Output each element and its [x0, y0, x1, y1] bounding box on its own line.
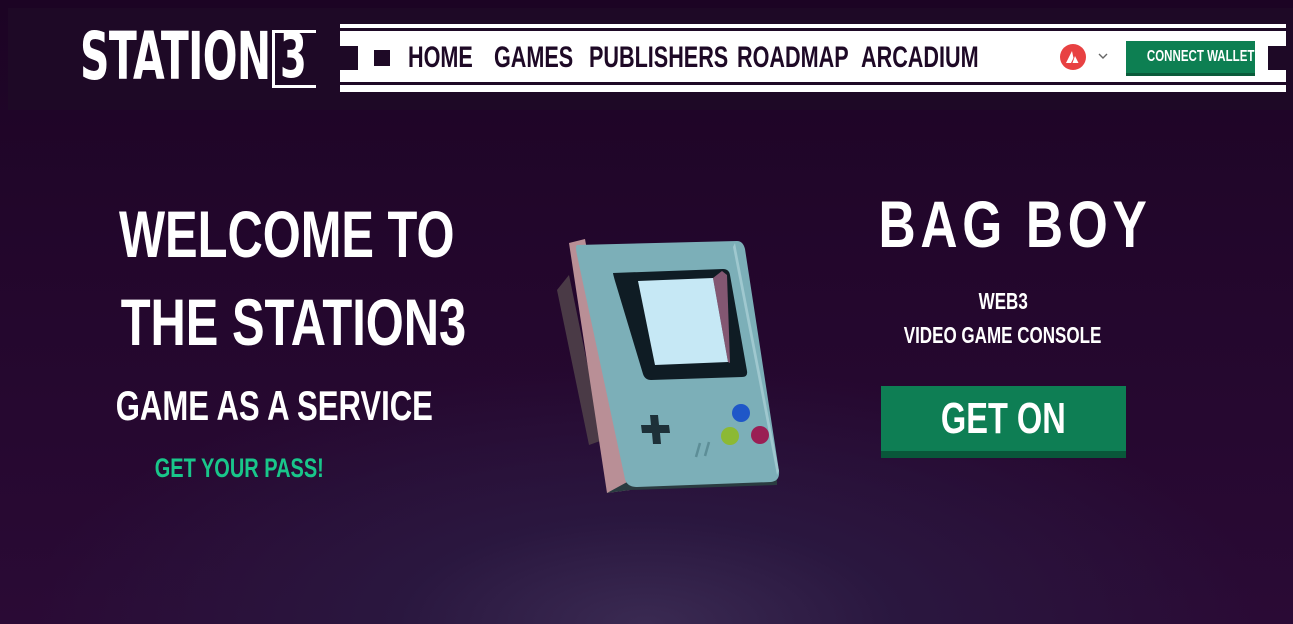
main-nav: HOME GAMES PUBLISHERS ROADMAP ARCADIUM	[408, 38, 981, 78]
get-on-button[interactable]: GET ON	[881, 386, 1126, 458]
product-title: BAG BOY	[878, 187, 1152, 261]
connect-wallet-button[interactable]: CONNECT WALLET	[1126, 41, 1255, 76]
avalanche-network-icon[interactable]	[1060, 44, 1086, 70]
avalanche-glyph	[1066, 51, 1079, 63]
product-line-1: WEB3	[978, 288, 1028, 314]
nav-publishers[interactable]: PUBLISHERS	[589, 38, 737, 78]
get-your-pass-link[interactable]: GET YOUR PASS!	[125, 450, 335, 486]
hero-left: WELCOME TO THE STATION3 GAME AS A SERVIC…	[60, 190, 467, 430]
hero-title: WELCOME TO THE STATION3	[118, 197, 467, 359]
hero-subtitle: GAME AS A SERVICE	[115, 382, 433, 429]
logo-digit: 3	[280, 19, 307, 92]
nav-right-block	[1268, 46, 1286, 70]
logo-digit-box: 3	[272, 25, 316, 88]
nav-top-rule	[340, 28, 1286, 31]
nav-home[interactable]: HOME	[408, 38, 494, 78]
logo-text: STATION	[80, 18, 271, 95]
bag-boy-console-image	[557, 239, 780, 493]
nav-arcadium[interactable]: ARCADIUM	[861, 38, 981, 78]
nav-left-block	[340, 46, 358, 70]
chevron-down-icon[interactable]	[1097, 50, 1109, 62]
product-panel: BAG BOY WEB3 VIDEO GAME CONSOLE	[840, 188, 1166, 352]
nav-roadmap[interactable]: ROADMAP	[737, 38, 861, 78]
nav-bottom-rule	[340, 82, 1286, 85]
nav-games[interactable]: GAMES	[494, 38, 589, 78]
nav-square-icon	[374, 50, 390, 66]
product-line-2: VIDEO GAME CONSOLE	[904, 322, 1102, 348]
